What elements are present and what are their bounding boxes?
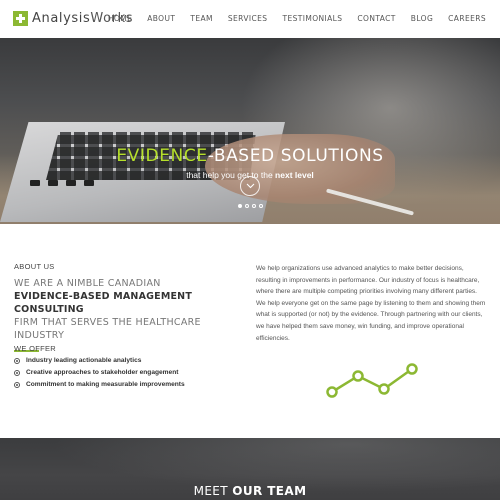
laptop-ports: [30, 180, 94, 186]
line-graph-icon: [326, 363, 418, 398]
we-offer-label: WE OFFER: [14, 344, 56, 353]
slider-dot-1[interactable]: [237, 204, 242, 208]
list-item: Creative approaches to stakeholder engag…: [14, 369, 185, 376]
about-heading-line3: FIRM THAT SERVES THE HEALTHCARE INDUSTRY: [14, 317, 201, 341]
about-label: ABOUT US: [14, 262, 55, 271]
offer-list: Industry leading actionable analytics Cr…: [14, 357, 185, 393]
hero-title: EVIDENCE-BASED SOLUTIONS: [116, 146, 384, 166]
nav-about[interactable]: ABOUT: [147, 14, 175, 23]
slider-dots: [0, 204, 500, 208]
bullet-icon: [14, 369, 20, 376]
nav-testimonials[interactable]: TESTIMONIALS: [282, 14, 342, 23]
about-heading-line1: WE ARE A NIMBLE CANADIAN: [14, 278, 161, 289]
about-heading-bold: EVIDENCE-BASED MANAGEMENT CONSULTING: [14, 291, 192, 315]
team-section: MEET OUR TEAM: [0, 438, 500, 500]
main-nav: HOME ABOUT TEAM SERVICES TESTIMONIALS CO…: [93, 14, 486, 23]
bullet-icon: [14, 381, 20, 388]
bullet-icon: [14, 357, 20, 364]
nav-services[interactable]: SERVICES: [228, 14, 268, 23]
nav-blog[interactable]: BLOG: [411, 14, 433, 23]
team-title: MEET OUR TEAM: [193, 484, 307, 498]
slider-dot-3[interactable]: [251, 204, 256, 208]
site-header: AnalysisWorks HOME ABOUT TEAM SERVICES T…: [0, 0, 500, 38]
about-paragraph: We help organizations use advanced analy…: [256, 265, 486, 342]
slider-dot-2[interactable]: [244, 204, 249, 208]
nav-contact[interactable]: CONTACT: [357, 14, 395, 23]
nav-team[interactable]: TEAM: [190, 14, 213, 23]
list-item: Commitment to making measurable improvem…: [14, 381, 185, 388]
logo-plus-icon: [13, 11, 28, 26]
about-heading-block: ABOUT US WE ARE A NIMBLE CANADIAN EVIDEN…: [14, 262, 244, 352]
hero-slider: EVIDENCE-BASED SOLUTIONS that help you g…: [0, 38, 500, 224]
nav-careers[interactable]: CAREERS: [448, 14, 486, 23]
list-item: Industry leading actionable analytics: [14, 357, 185, 364]
slider-dot-4[interactable]: [258, 204, 263, 208]
scroll-down-button[interactable]: [240, 176, 260, 196]
nav-home[interactable]: HOME: [108, 14, 132, 23]
chevron-down-icon: [246, 183, 254, 189]
